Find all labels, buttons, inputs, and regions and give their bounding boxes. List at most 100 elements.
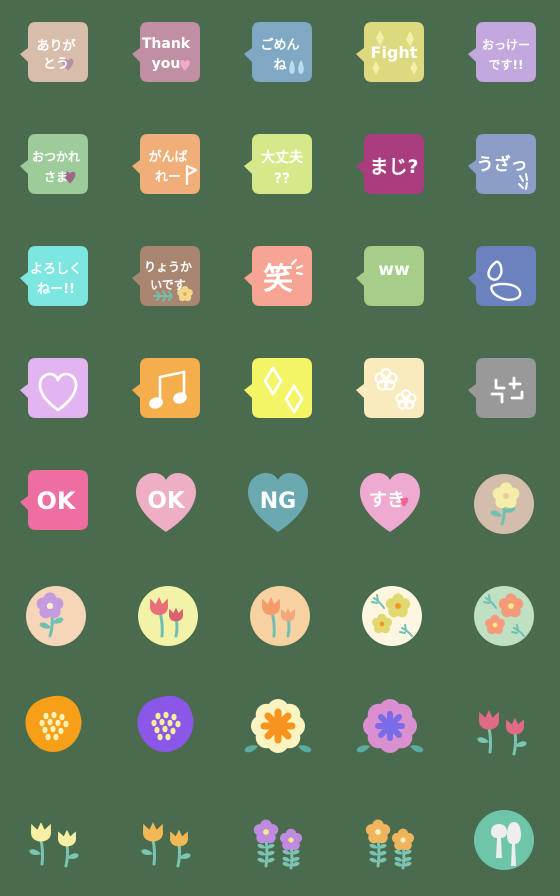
cutlery-circle[interactable]: [466, 802, 542, 878]
sticker-cell: [448, 224, 560, 336]
otsukaresama-bubble-art: おつかれさま: [20, 134, 88, 194]
sticker-cell: すき: [336, 448, 448, 560]
sticker-cell: [336, 672, 448, 784]
sticker-cell: [112, 784, 224, 896]
maji-bubble-art: まじ?: [356, 134, 424, 194]
svg-text:とう: とう: [43, 57, 69, 72]
ww-bubble[interactable]: ww: [354, 242, 430, 318]
corner-marks-bubble-art: [468, 358, 536, 418]
pink-daisy-flower[interactable]: [354, 690, 430, 766]
daijoubu-bubble[interactable]: 大丈夫??: [242, 130, 318, 206]
corner-marks-bubble[interactable]: [466, 354, 542, 430]
pink-tulip-pair[interactable]: [466, 690, 542, 766]
thank-you-bubble-art: Thank you: [132, 22, 200, 82]
yellow-flowers-circle-art: [362, 586, 422, 646]
fight-bubble[interactable]: Fight: [354, 18, 430, 94]
ok-heart-art: OK: [136, 473, 196, 532]
leaf-outline-bubble-art: [468, 246, 536, 306]
sticker-cell: [112, 336, 224, 448]
purple-flower-circle[interactable]: [18, 578, 94, 654]
red-tulips-circle[interactable]: [130, 578, 206, 654]
svg-text:いです: いです: [150, 278, 186, 292]
ng-heart-art: NG: [248, 473, 308, 532]
orange-flower-pair[interactable]: [354, 802, 430, 878]
cream-flower-circle-art: [474, 474, 534, 534]
warai-bubble-art: 笑: [244, 246, 312, 306]
sticker-cell: [0, 560, 112, 672]
arigatou-bubble[interactable]: ありが とう: [18, 18, 94, 94]
purple-flower-circle-art: [26, 586, 86, 646]
sticker-cell: [224, 560, 336, 672]
cream-flower-circle[interactable]: [466, 466, 542, 542]
svg-text:NG: NG: [260, 489, 296, 514]
sticker-cell: [0, 336, 112, 448]
sticker-cell: がんば れー: [112, 112, 224, 224]
ok-heart[interactable]: OK: [130, 466, 206, 542]
sticker-cell: [448, 336, 560, 448]
flower-outline-bubble[interactable]: [354, 354, 430, 430]
cream-daisy-flower[interactable]: [242, 690, 318, 766]
orange-tulips-circle[interactable]: [242, 578, 318, 654]
svg-text:です!!: です!!: [489, 58, 524, 72]
sticker-cell: NG: [224, 448, 336, 560]
ganbare-bubble[interactable]: がんば れー: [130, 130, 206, 206]
music-note-bubble[interactable]: [130, 354, 206, 430]
sticker-cell: ありが とう: [0, 0, 112, 112]
pink-daisy-flower-art: [356, 699, 424, 753]
cream-daisy-flower-art: [244, 699, 312, 753]
yoroshikune-bubble-art: よろしくねー!!: [20, 246, 88, 306]
yoroshikune-bubble[interactable]: よろしくねー!!: [18, 242, 94, 318]
sticker-cell: りょうか いです: [112, 224, 224, 336]
orange-flowers-circle-art: [474, 586, 534, 646]
sticker-cell: [448, 560, 560, 672]
ok-smiley-bubble[interactable]: OK: [18, 466, 94, 542]
orange-tulip-pair[interactable]: [130, 802, 206, 878]
sticker-cell: Thank you: [112, 0, 224, 112]
sticker-cell: よろしくねー!!: [0, 224, 112, 336]
uza-bubble[interactable]: うざっ: [466, 130, 542, 206]
svg-text:笑: 笑: [263, 262, 293, 297]
svg-text:さま: さま: [44, 170, 68, 184]
ryoukaidesu-bubble-art: りょうかいです: [132, 246, 200, 306]
maji-bubble[interactable]: まじ?: [354, 130, 430, 206]
leaf-outline-bubble[interactable]: [466, 242, 542, 318]
sticker-cell: [224, 672, 336, 784]
sticker-cell: [448, 448, 560, 560]
ng-heart[interactable]: NG: [242, 466, 318, 542]
suki-heart[interactable]: すき: [354, 466, 430, 542]
pink-tulip-pair-art: [477, 710, 527, 756]
orange-flowers-circle[interactable]: [466, 578, 542, 654]
okke-desu-bubble[interactable]: おっけーです!!: [466, 18, 542, 94]
cutlery-circle-art: [474, 810, 534, 870]
diamond-outline-bubble[interactable]: [242, 354, 318, 430]
svg-text:すき: すき: [369, 490, 405, 511]
daijoubu-bubble-art: 大丈夫??: [244, 134, 312, 194]
orange-blob-flower[interactable]: [18, 690, 94, 766]
orange-tulip-pair-art: [141, 822, 191, 868]
purple-flower-pair[interactable]: [242, 802, 318, 878]
yellow-tulip-pair[interactable]: [18, 802, 94, 878]
orange-blob-flower-art: [25, 695, 82, 752]
flower-outline-bubble-art: [356, 358, 424, 418]
sticker-cell: [224, 784, 336, 896]
sticker-cell: ww: [336, 224, 448, 336]
otsukaresama-bubble[interactable]: おつかれ さま: [18, 130, 94, 206]
svg-text:おっけー: おっけー: [482, 38, 530, 52]
yellow-flowers-circle[interactable]: [354, 578, 430, 654]
ok-smiley-bubble-art: OK: [20, 470, 88, 530]
warai-bubble[interactable]: 笑: [242, 242, 318, 318]
yellow-tulip-pair-art: [29, 822, 79, 868]
svg-text:よろしく: よろしく: [30, 262, 82, 277]
svg-text:ありが: ありが: [36, 38, 75, 54]
sticker-cell: [448, 672, 560, 784]
purple-blob-flower[interactable]: [130, 690, 206, 766]
svg-text:ねー!!: ねー!!: [37, 282, 75, 297]
purple-blob-flower-art: [137, 695, 194, 752]
svg-text:ね: ね: [273, 58, 286, 73]
thank-you-bubble[interactable]: Thank you: [130, 18, 206, 94]
sticker-cell: おっけーです!!: [448, 0, 560, 112]
sticker-cell: Fight: [336, 0, 448, 112]
ryoukaidesu-bubble[interactable]: りょうか いです: [130, 242, 206, 318]
gomenne-bubble[interactable]: ごめんね: [242, 18, 318, 94]
heart-outline-bubble[interactable]: [18, 354, 94, 430]
